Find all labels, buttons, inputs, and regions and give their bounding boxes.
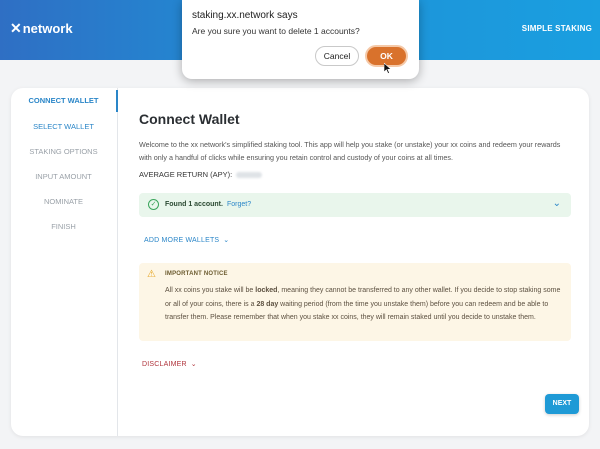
chevron-down-icon[interactable]: ⌄ [553, 198, 561, 209]
step-nominate[interactable]: NOMINATE [11, 197, 116, 206]
forget-link[interactable]: Forget? [227, 201, 251, 208]
confirm-dialog: staking.xx.network says Are you sure you… [182, 0, 419, 79]
next-button[interactable]: NEXT [545, 394, 579, 414]
disclaimer-label: DISCLAIMER [142, 361, 187, 368]
chevron-down-icon: ⌄ [190, 361, 197, 368]
add-more-wallets-label: ADD MORE WALLETS [144, 237, 220, 244]
step-select-wallet[interactable]: SELECT WALLET [11, 122, 116, 131]
warning-icon: ⚠ [147, 269, 156, 280]
cancel-button[interactable]: Cancel [315, 46, 359, 66]
step-input-amount[interactable]: INPUT AMOUNT [11, 172, 116, 181]
mouse-cursor-icon [384, 63, 392, 74]
chevron-down-icon: ⌄ [223, 237, 230, 244]
active-step-indicator [116, 90, 118, 112]
apy-value-loading [236, 172, 263, 179]
found-account-text: Found 1 account. [165, 201, 223, 208]
step-finish[interactable]: FINISH [11, 222, 116, 231]
notice-body: All xx coins you stake will be locked, m… [165, 287, 561, 321]
found-account-panel[interactable]: ✓ Found 1 account. Forget? ⌄ [139, 193, 571, 217]
step-staking-options[interactable]: STAKING OPTIONS [11, 147, 116, 156]
important-notice: ⚠ IMPORTANT NOTICE All xx coins you stak… [139, 263, 571, 341]
apy-label-text: AVERAGE RETURN (APY): [139, 170, 233, 179]
xx-network-logo[interactable]: ✕ network [10, 20, 73, 37]
dialog-title: staking.xx.network says [192, 10, 298, 21]
check-circle-icon: ✓ [148, 199, 159, 210]
apy-label: AVERAGE RETURN (APY): [139, 170, 263, 179]
page-title: Connect Wallet [139, 111, 240, 127]
xx-logo-mark-icon: ✕ [10, 20, 22, 36]
staking-card: CONNECT WALLET SELECT WALLET STAKING OPT… [11, 88, 589, 436]
step-connect-wallet[interactable]: CONNECT WALLET [11, 96, 116, 105]
disclaimer-toggle[interactable]: DISCLAIMER ⌄ [142, 360, 197, 368]
steps-sidebar: CONNECT WALLET SELECT WALLET STAKING OPT… [11, 88, 118, 436]
dialog-message: Are you sure you want to delete 1 accoun… [192, 26, 360, 36]
notice-title: IMPORTANT NOTICE [165, 271, 228, 277]
add-more-wallets-button[interactable]: ADD MORE WALLETS ⌄ [144, 236, 229, 244]
intro-text: Welcome to the xx network's simplified s… [139, 140, 561, 162]
simple-staking-link[interactable]: SIMPLE STAKING [522, 24, 592, 33]
logo-text: network [22, 21, 73, 36]
